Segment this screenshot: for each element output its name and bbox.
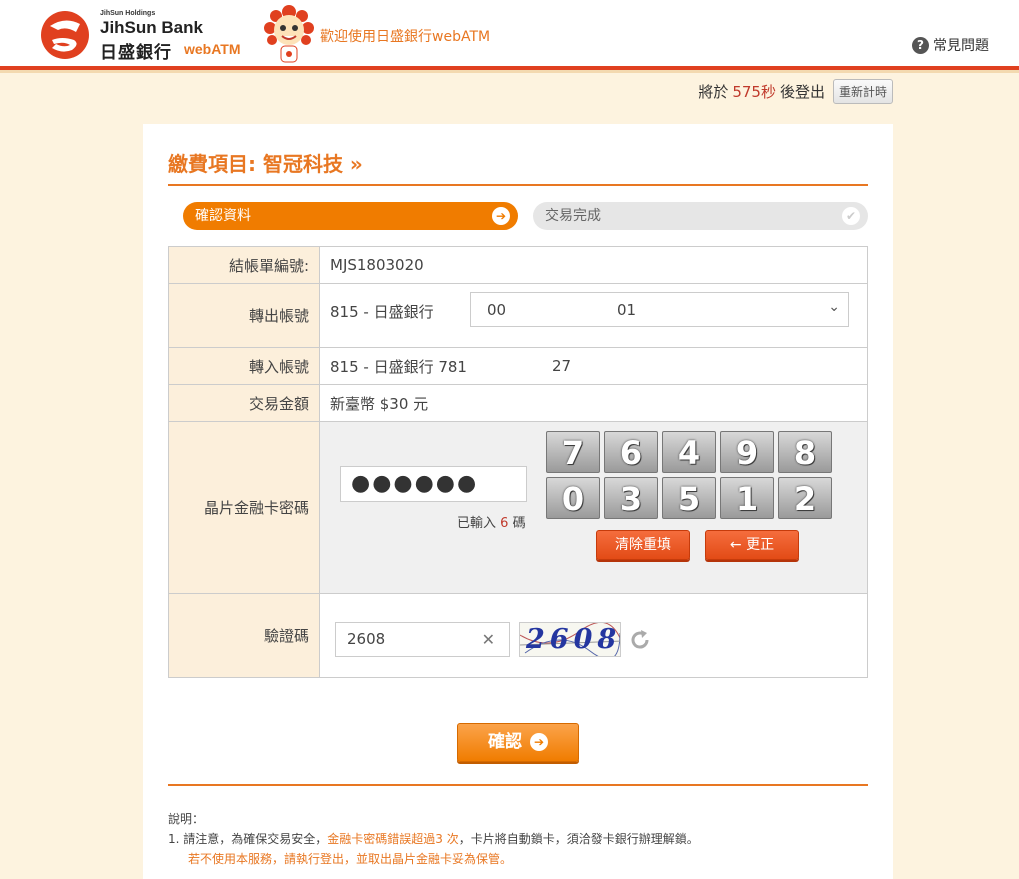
header: JihSun Holdings JihSun Bank 日盛銀行 webATM … xyxy=(0,0,1019,73)
webatm-text: webATM xyxy=(184,41,241,57)
check-icon: ✔ xyxy=(842,207,860,225)
clear-pin-button[interactable]: 清除重填 xyxy=(596,530,690,560)
title-divider xyxy=(168,184,868,186)
keypad-key[interactable]: 9 xyxy=(720,431,774,473)
bill-label: 結帳單編號: xyxy=(168,246,320,284)
clear-icon[interactable]: ✕ xyxy=(482,623,495,656)
keypad-key[interactable]: 7 xyxy=(546,431,600,473)
from-account-part-a: 00 xyxy=(487,301,507,319)
captcha-image: 2608 xyxy=(519,622,621,657)
from-account-label: 轉出帳號 xyxy=(168,283,320,348)
pin-input[interactable]: ●●●●●● xyxy=(340,466,527,502)
pin-label: 晶片金融卡密碼 xyxy=(168,421,320,594)
to-account-tail: 27 xyxy=(552,357,572,375)
pin-keypad: 7 6 4 9 8 0 3 5 1 2 xyxy=(546,431,836,519)
faq-link[interactable]: ? 常見問題 xyxy=(912,35,989,55)
captcha-image-text: 2608 xyxy=(526,624,621,655)
keypad-key[interactable]: 8 xyxy=(778,431,832,473)
pin-area: ●●●●●● 已輸入 6 碼 7 6 4 9 8 0 3 5 1 2 清除重填 … xyxy=(319,421,868,594)
step-confirm-label: 確認資料 xyxy=(195,208,251,224)
row-bill: 結帳單編號: MJS1803020 xyxy=(168,246,868,284)
mascot-icon xyxy=(264,5,314,63)
notes-line1-a: 1. 請注意，為確保交易安全， xyxy=(168,832,328,846)
keypad-key[interactable]: 4 xyxy=(662,431,716,473)
keypad-key[interactable]: 3 xyxy=(604,477,658,519)
from-account-part-b: 01 xyxy=(617,301,637,319)
page-title: 繳費項目: 智冠科技 » xyxy=(168,152,363,176)
payment-form: 結帳單編號: MJS1803020 轉出帳號 815 - 日盛銀行 00 01 … xyxy=(168,246,868,678)
keypad-key[interactable]: 0 xyxy=(546,477,600,519)
jihsun-logo-icon xyxy=(41,11,89,59)
row-amount: 交易金額 新臺幣 $30 元 xyxy=(168,384,868,422)
timer-prefix: 將於 xyxy=(698,83,729,101)
arrow-right-icon: ➔ xyxy=(530,733,548,751)
timer-seconds: 575秒 xyxy=(732,83,776,101)
pin-count-suffix: 碼 xyxy=(512,516,526,531)
amount-value: 新臺幣 $30 元 xyxy=(319,384,868,422)
refresh-icon[interactable] xyxy=(628,628,652,652)
bank-logo[interactable]: JihSun Holdings JihSun Bank 日盛銀行 webATM xyxy=(40,8,250,63)
main-panel: 繳費項目: 智冠科技 » 確認資料 ➔ 交易完成 ✔ 結帳單編號: MJS180… xyxy=(143,124,893,879)
step-complete-label: 交易完成 xyxy=(545,208,601,224)
from-bank: 815 - 日盛銀行 xyxy=(330,303,434,321)
step-complete: 交易完成 ✔ xyxy=(533,202,868,230)
welcome-text: 歡迎使用日盛銀行webATM xyxy=(320,29,491,45)
bank-name-en: JihSun Bank xyxy=(100,18,203,37)
backspace-button[interactable]: ← 更正 xyxy=(705,530,799,560)
amount-label: 交易金額 xyxy=(168,384,320,422)
captcha-area: 2608 ✕ 2608 xyxy=(319,593,868,678)
pin-count: 已輸入 6 碼 xyxy=(457,512,526,531)
row-captcha: 驗證碼 2608 ✕ 2608 xyxy=(168,593,868,678)
keypad-key[interactable]: 1 xyxy=(720,477,774,519)
logout-timer: 將於 575秒 後登出 重新計時 xyxy=(698,79,893,104)
row-pin: 晶片金融卡密碼 ●●●●●● 已輸入 6 碼 7 6 4 9 8 0 3 5 1… xyxy=(168,421,868,594)
notes-line1-b: ，卡片將自動鎖卡，須洽發卡銀行辦理解鎖。 xyxy=(458,832,699,846)
pin-count-number: 6 xyxy=(500,516,509,531)
row-to-account: 轉入帳號 815 - 日盛銀行 781 27 xyxy=(168,347,868,385)
notes-heading: 說明： xyxy=(168,812,205,826)
holdings-text: JihSun Holdings xyxy=(100,10,156,17)
faq-label: 常見問題 xyxy=(933,38,989,54)
notes: 說明： 1. 請注意，為確保交易安全，金融卡密碼錯誤超過3 次，卡片將自動鎖卡，… xyxy=(168,809,699,869)
bill-value: MJS1803020 xyxy=(319,246,868,284)
row-from-account: 轉出帳號 815 - 日盛銀行 00 01 ⌄ xyxy=(168,283,868,348)
to-account-value: 815 - 日盛銀行 781 xyxy=(330,357,467,376)
step-confirm: 確認資料 ➔ xyxy=(183,202,518,230)
keypad-key[interactable]: 6 xyxy=(604,431,658,473)
timer-suffix: 後登出 xyxy=(779,83,825,101)
reset-timer-button[interactable]: 重新計時 xyxy=(832,79,893,104)
bank-name-zh: 日盛銀行 xyxy=(100,43,172,63)
notes-line2: 若不使用本服務，請執行登出，並取出晶片金融卡妥為保管。 xyxy=(188,852,513,866)
keypad-key[interactable]: 5 xyxy=(662,477,716,519)
captcha-input[interactable]: 2608 ✕ xyxy=(335,622,510,657)
from-account-select[interactable]: 00 01 ⌄ xyxy=(470,292,849,327)
captcha-label: 驗證碼 xyxy=(168,593,320,678)
arrow-right-icon: ➔ xyxy=(492,207,510,225)
question-icon: ? xyxy=(912,36,929,54)
chevron-down-icon: ⌄ xyxy=(828,299,840,315)
keypad-key[interactable]: 2 xyxy=(778,477,832,519)
bottom-divider xyxy=(168,784,868,786)
pin-count-prefix: 已輸入 xyxy=(457,516,497,531)
confirm-button[interactable]: 確認 ➔ xyxy=(457,723,579,762)
captcha-input-value: 2608 xyxy=(347,630,386,648)
to-account-label: 轉入帳號 xyxy=(168,347,320,385)
notes-line1-highlight: 金融卡密碼錯誤超過3 次 xyxy=(327,832,459,846)
notes-line1: 1. 請注意，為確保交易安全，金融卡密碼錯誤超過3 次，卡片將自動鎖卡，須洽發卡… xyxy=(168,829,699,849)
confirm-label: 確認 xyxy=(488,732,522,752)
